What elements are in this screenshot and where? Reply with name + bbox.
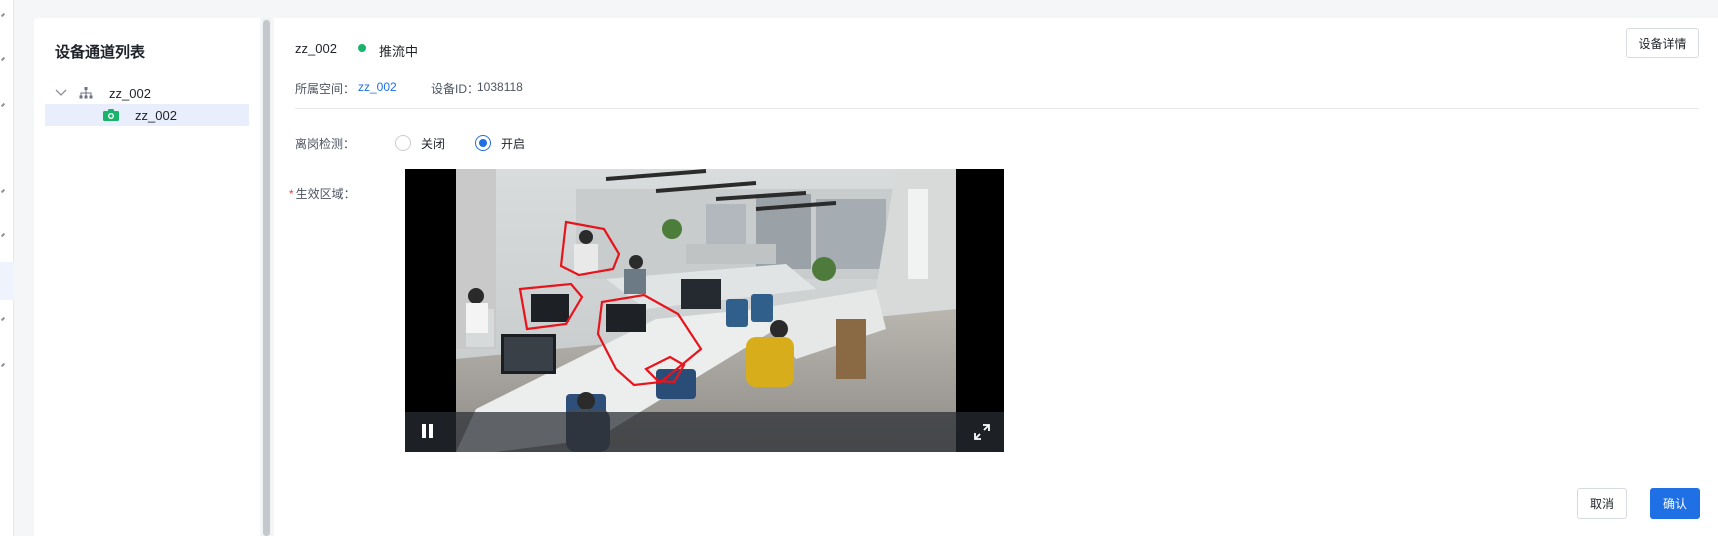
panel-title: 设备通道列表: [55, 44, 146, 61]
camera-frame[interactable]: [456, 169, 956, 452]
radio-on[interactable]: [475, 135, 491, 151]
region-label-text: 生效区域：: [295, 187, 356, 201]
org-tree-icon: [79, 87, 93, 99]
status-dot: [358, 44, 366, 52]
nav-item-icon[interactable]: [0, 316, 6, 322]
space-label: 所属空间：: [295, 82, 356, 96]
scrollbar-thumb[interactable]: [263, 20, 270, 536]
nav-strip: [0, 0, 14, 536]
device-id-label: 设备ID：: [431, 82, 480, 96]
radio-off-label[interactable]: 关闭: [421, 135, 445, 152]
device-name: zz_002: [295, 41, 337, 56]
tree-node-device[interactable]: zz_002: [45, 82, 249, 104]
status-text: 推流中: [379, 44, 419, 59]
channel-list-panel: 设备通道列表 zz_002 zz_002: [34, 18, 260, 536]
leave-detect-label: 离岗检测：: [295, 137, 356, 151]
nav-item-active[interactable]: [0, 262, 14, 300]
pause-icon[interactable]: [421, 424, 435, 440]
nav-item-icon[interactable]: [0, 232, 6, 238]
cancel-button[interactable]: 取消: [1577, 488, 1627, 519]
main-panel: zz_002 推流中 设备详情 所属空间： zz_002 设备ID： 10381…: [274, 18, 1718, 536]
nav-item-icon[interactable]: [0, 362, 6, 368]
fullscreen-icon[interactable]: [974, 424, 990, 440]
chevron-down-icon[interactable]: [53, 85, 69, 101]
nav-item-icon[interactable]: [0, 102, 6, 108]
space-link[interactable]: zz_002: [358, 80, 397, 94]
nav-item-icon[interactable]: [0, 56, 6, 62]
camera-icon: [103, 109, 119, 121]
nav-item-icon[interactable]: [0, 188, 6, 194]
video-controls: [405, 412, 1004, 452]
required-mark: *: [289, 187, 294, 201]
radio-on-label[interactable]: 开启: [501, 135, 525, 152]
device-detail-button[interactable]: 设备详情: [1626, 28, 1699, 58]
divider: [295, 108, 1699, 109]
tree-node-channel[interactable]: zz_002: [45, 104, 249, 126]
tree-node-label: zz_002: [135, 107, 177, 123]
region-label: * 生效区域：: [289, 185, 356, 202]
video-player[interactable]: [405, 169, 1004, 452]
radio-off[interactable]: [395, 135, 411, 151]
nav-item-icon[interactable]: [0, 12, 6, 18]
device-id-value: 1038118: [477, 80, 523, 94]
tree-node-label: zz_002: [109, 85, 151, 101]
confirm-button[interactable]: 确认: [1650, 488, 1700, 519]
